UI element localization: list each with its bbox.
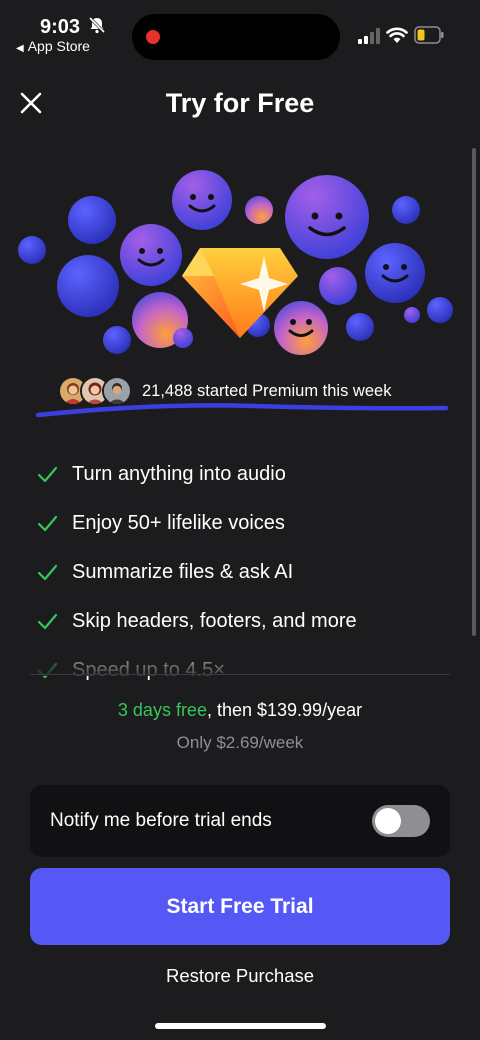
underline-stroke [35, 403, 449, 418]
back-app-label: App Store [27, 38, 90, 54]
checkmark-icon [37, 613, 58, 629]
scroll-fade [0, 640, 470, 676]
checkmark-icon [37, 466, 58, 482]
back-arrow-icon: ◀ [16, 43, 24, 54]
feature-label: Enjoy 50+ lifelike voices [72, 512, 285, 534]
feature-item: Summarize files & ask AI [36, 548, 456, 597]
bubble [319, 267, 357, 305]
bubble [392, 196, 420, 224]
bubble [103, 326, 131, 354]
bubble [18, 236, 46, 264]
smiley-face-icon [120, 224, 182, 286]
back-to-app-store[interactable]: ◀ App Store [16, 38, 90, 54]
bubble [245, 196, 273, 224]
notify-card: Notify me before trial ends [30, 785, 450, 857]
smiley-face-icon [274, 301, 328, 355]
social-proof-text: 21,488 started Premium this week [142, 381, 392, 400]
bubble [68, 196, 116, 244]
feature-label: Skip headers, footers, and more [72, 610, 357, 632]
feature-label: Summarize files & ask AI [72, 561, 294, 583]
smiley-face-icon [172, 170, 232, 230]
bubble [173, 328, 193, 348]
smiley-face-icon [285, 175, 369, 259]
signal-icon [358, 28, 380, 44]
start-free-trial-button[interactable]: Start Free Trial [30, 868, 450, 945]
bell-off-icon [88, 16, 106, 34]
notify-toggle[interactable] [372, 805, 430, 837]
feature-item: Turn anything into audio [36, 450, 456, 499]
bubble [404, 307, 420, 323]
price-after-trial: , then $139.99/year [206, 700, 363, 720]
recording-dot-icon [146, 30, 160, 44]
notify-label: Notify me before trial ends [50, 810, 272, 831]
battery-low-icon [414, 26, 444, 44]
checkmark-icon [37, 564, 58, 580]
bubble [57, 255, 119, 317]
feature-item: Skip headers, footers, and more [36, 597, 456, 646]
price-summary: 3 days free, then $139.99/year [0, 700, 480, 721]
feature-item: Enjoy 50+ lifelike voices [36, 499, 456, 548]
trial-duration: 3 days free [117, 700, 207, 720]
checkmark-icon [37, 515, 58, 531]
home-indicator[interactable] [155, 1023, 326, 1029]
divider [30, 674, 450, 675]
page-title: Try for Free [165, 88, 315, 118]
weekly-price: Only $2.69/week [176, 733, 304, 752]
feature-label: Turn anything into audio [72, 463, 286, 485]
wifi-icon [386, 27, 408, 43]
bubble [346, 313, 374, 341]
toggle-knob [375, 808, 401, 834]
hero-illustration [18, 170, 453, 355]
status-bar: 9:03 ◀ App Store [0, 0, 480, 70]
status-time: 9:03 [40, 16, 81, 38]
dynamic-island [132, 14, 340, 60]
restore-purchase-link[interactable]: Restore Purchase [0, 965, 480, 987]
bubble [427, 297, 453, 323]
smiley-face-icon [365, 243, 425, 303]
